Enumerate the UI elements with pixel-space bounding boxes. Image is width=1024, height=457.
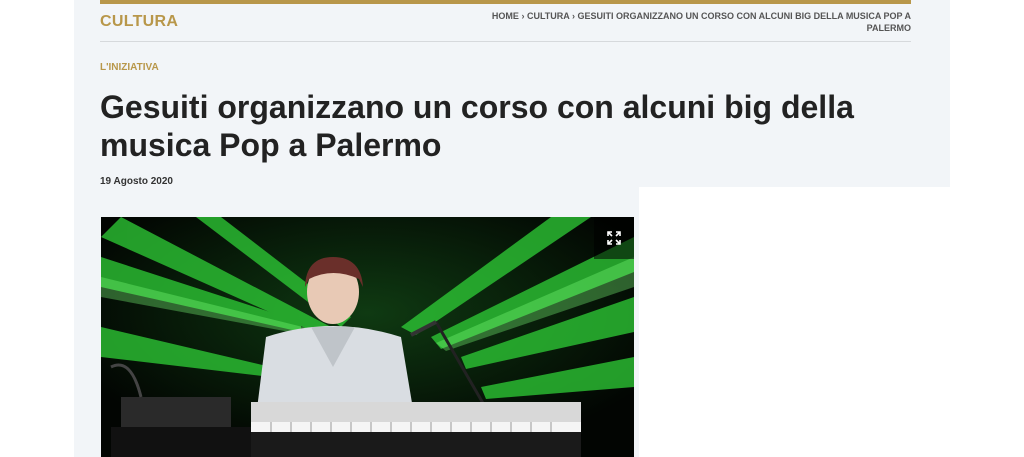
breadcrumb-home-link[interactable]: HOME <box>492 11 519 21</box>
divider <box>100 41 911 42</box>
breadcrumb-category-link[interactable]: CULTURA <box>527 11 570 21</box>
breadcrumb-separator: › <box>521 11 525 21</box>
article-kicker: L'INIZIATIVA <box>100 62 159 73</box>
accent-bar <box>100 0 911 4</box>
breadcrumb: HOME › CULTURA › GESUITI ORGANIZZANO UN … <box>481 10 911 34</box>
article-title: Gesuiti organizzano un corso con alcuni … <box>100 89 854 163</box>
expand-icon <box>607 231 621 245</box>
section-title: CULTURA <box>100 13 179 30</box>
article-image[interactable] <box>101 217 634 457</box>
article-date: 19 Agosto 2020 <box>100 176 173 187</box>
breadcrumb-current: GESUITI ORGANIZZANO UN CORSO CON ALCUNI … <box>577 11 911 33</box>
breadcrumb-separator: › <box>571 11 575 21</box>
concert-photo <box>101 217 634 457</box>
expand-image-button[interactable] <box>594 217 634 259</box>
sidebar-area <box>639 187 950 457</box>
